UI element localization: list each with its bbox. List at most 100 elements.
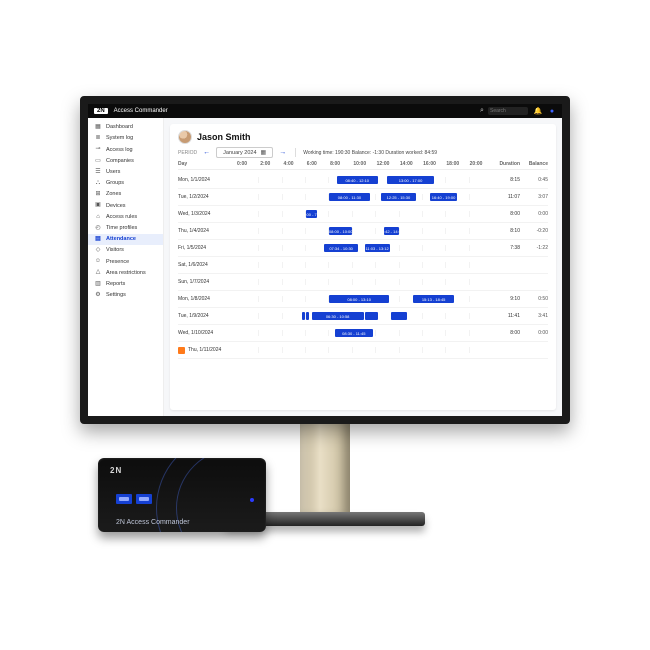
table-row[interactable]: Thu, 1/4/202408:00 - 10:0012:42 - 14:008… — [178, 223, 548, 240]
timeline-cell[interactable]: 08:00 - 10:00 12:42 - 14:00 — [236, 226, 492, 236]
table-row[interactable]: Sat, 1/6/2024 — [178, 257, 548, 274]
sidebar-item-label: Dashboard — [106, 124, 133, 131]
timeline-cell[interactable]: 08:40 - 12:10 13:00 - 17:00 — [236, 175, 492, 185]
sidebar-item-area-restrictions[interactable]: △Area restrictions — [88, 267, 163, 278]
timeline-cell[interactable] — [236, 277, 492, 287]
hour-label: 12:00 — [376, 161, 399, 167]
time-segment[interactable]: 12:25 - 15:30 — [381, 193, 417, 201]
search-box[interactable]: ⌕ — [478, 107, 528, 115]
sidebar-item-attendance[interactable]: ▤Attendance — [88, 234, 163, 245]
day-cell: Thu, 1/4/2024 — [178, 228, 236, 234]
hour-label: 6:00 — [306, 161, 329, 167]
sidebar-item-access-log[interactable]: ⊸Access log — [88, 144, 163, 155]
timeline-cell[interactable]: 08:30 - 11:45 — [236, 328, 492, 338]
day-cell: Tue, 1/2/2024 — [178, 194, 236, 200]
time-segment[interactable]: 08:00 - 13:10 — [329, 295, 389, 303]
sidebar-item-time-profiles[interactable]: ◴Time profiles — [88, 223, 163, 234]
sidebar-item-access-rules[interactable]: ⌂Access rules — [88, 212, 163, 223]
sidebar-icon: ⊸ — [94, 146, 102, 153]
sidebar-item-companies[interactable]: ▭ Companies — [88, 156, 163, 167]
sidebar-item-dashboard[interactable]: ▦ Dashboard — [88, 122, 163, 133]
timeline-cell[interactable] — [236, 260, 492, 270]
duration-cell: 8:00 — [492, 211, 520, 217]
sidebar-item-system-log[interactable]: ≣System log — [88, 133, 163, 144]
hour-label: 4:00 — [283, 161, 306, 167]
day-label: Mon, 1/8/2024 — [178, 296, 210, 302]
timeline-cell[interactable] — [236, 345, 492, 355]
sidebar-item-label: Attendance — [106, 236, 136, 243]
balance-cell: 3:41 — [520, 313, 548, 319]
table-row[interactable]: Thu, 1/11/2024 — [178, 342, 548, 359]
timeline-cell[interactable]: 07:34 - 10:30 11:03 - 13:12 — [236, 243, 492, 253]
day-cell: Mon, 1/8/2024 — [178, 296, 236, 302]
time-segment[interactable] — [391, 312, 407, 320]
time-microsegment[interactable] — [302, 312, 305, 320]
balance-cell: -0:20 — [520, 228, 548, 234]
search-input[interactable] — [488, 107, 528, 115]
sidebar-item-devices[interactable]: ▣Devices — [88, 200, 163, 211]
sidebar-icon: ⛬ — [94, 180, 102, 187]
power-led-icon — [250, 498, 254, 502]
sidebar-icon: ◴ — [94, 225, 102, 232]
sidebar-item-zones[interactable]: ⊞Zones — [88, 189, 163, 200]
next-month-button[interactable]: → — [277, 149, 288, 156]
col-duration: Duration — [492, 161, 520, 167]
timeline-cell[interactable]: 06:00 - 7:00 — [236, 209, 492, 219]
app-title: Access Commander — [114, 108, 168, 114]
sidebar-item-presence[interactable]: ☺Presence — [88, 256, 163, 267]
sidebar-item-label: Companies — [106, 158, 134, 165]
month-picker[interactable]: January 2024 ▦ — [216, 147, 273, 158]
sidebar-item-groups[interactable]: ⛬Groups — [88, 178, 163, 189]
time-microsegment[interactable] — [306, 312, 309, 320]
time-segment[interactable] — [365, 312, 378, 320]
col-hours: 0:002:004:006:008:0010:0012:0014:0016:00… — [236, 161, 492, 167]
day-cell: Wed, 1/10/2024 — [178, 330, 236, 336]
time-segment[interactable]: 13:00 - 17:00 — [387, 176, 434, 184]
timeline-cell[interactable]: 08:00 - 11:30 12:25 - 15:30 16:40 - 19:00 — [236, 192, 492, 202]
col-day: Day — [178, 161, 236, 167]
sidebar-item-reports[interactable]: ▥Reports — [88, 279, 163, 290]
table-row[interactable]: Tue, 1/2/2024 08:00 - 11:30 12:25 - 15:30 1… — [178, 189, 548, 206]
sidebar-icon: ▦ — [94, 124, 102, 131]
user-icon[interactable]: ● — [548, 107, 556, 115]
time-segment[interactable]: 08:00 - 11:30 — [329, 193, 370, 201]
topbar: 2N Access Commander ⌕ 🔔 ● — [88, 104, 562, 118]
table-row[interactable]: Sun, 1/7/2024 — [178, 274, 548, 291]
sidebar-icon: ▣ — [94, 202, 102, 209]
sidebar-item-settings[interactable]: ⚙Settings — [88, 290, 163, 301]
table-row[interactable]: Mon, 1/8/202408:00 - 13:1015:13 - 18:459… — [178, 291, 548, 308]
time-segment[interactable]: 15:13 - 18:45 — [413, 295, 454, 303]
table-row[interactable]: Mon, 1/1/202408:40 - 12:1013:00 - 17:008… — [178, 172, 548, 189]
duration-cell: 8:00 — [492, 330, 520, 336]
sidebar-item-label: System log — [106, 135, 133, 142]
balance-cell: 0:00 — [520, 211, 548, 217]
time-segment[interactable]: 07:34 - 10:30 — [324, 244, 358, 252]
table-row[interactable]: Tue, 1/9/202406:30 - 10:5811:413:41 — [178, 308, 548, 325]
time-segment[interactable]: 16:40 - 19:00 — [430, 193, 457, 201]
table-row[interactable]: Fri, 1/5/202407:34 - 10:3011:03 - 13:127… — [178, 240, 548, 257]
time-segment[interactable]: 08:00 - 10:00 — [329, 227, 352, 235]
hour-label: 20:00 — [469, 161, 492, 167]
table-row[interactable]: Wed, 1/3/2024 06:00 - 7:00 8:000:00 — [178, 206, 548, 223]
day-cell: Sun, 1/7/2024 — [178, 279, 236, 285]
time-segment[interactable]: 08:30 - 11:45 — [335, 329, 373, 337]
sidebar-icon: ▭ — [94, 158, 102, 165]
time-segment[interactable]: 08:40 - 12:10 — [337, 176, 378, 184]
time-segment[interactable]: 11:03 - 13:12 — [365, 244, 390, 252]
timeline-cell[interactable]: 06:30 - 10:58 — [236, 311, 492, 321]
prev-month-button[interactable]: ← — [201, 149, 212, 156]
bell-icon[interactable]: 🔔 — [534, 107, 542, 115]
hour-label: 16:00 — [422, 161, 445, 167]
time-segment[interactable]: 12:42 - 14:00 — [384, 227, 399, 235]
duration-cell: 7:38 — [492, 245, 520, 251]
day-cell: Wed, 1/3/2024 — [178, 211, 236, 217]
table-row[interactable]: Wed, 1/10/202408:30 - 11:458:000:00 — [178, 325, 548, 342]
timeline-cell[interactable]: 08:00 - 13:10 15:13 - 18:45 — [236, 294, 492, 304]
sidebar-item-visitors[interactable]: ◇Visitors — [88, 245, 163, 256]
sidebar-item-users[interactable]: ☰Users — [88, 167, 163, 178]
usb-port-icon — [116, 494, 132, 504]
time-segment[interactable]: 06:00 - 7:00 — [306, 210, 318, 218]
hour-label: 10:00 — [352, 161, 375, 167]
sidebar-icon: ⌂ — [94, 214, 102, 221]
time-segment[interactable]: 06:30 - 10:58 — [312, 312, 364, 320]
